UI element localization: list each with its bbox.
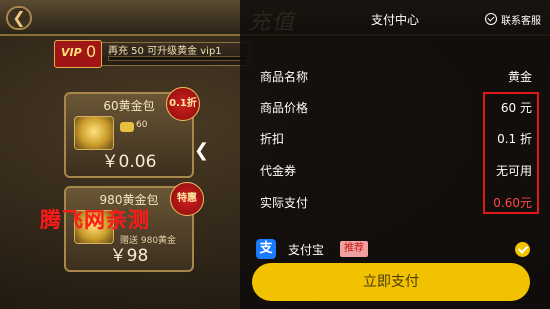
vip-label: VIP — [61, 46, 82, 59]
alipay-icon: 支 — [256, 239, 276, 259]
vip-progress-bar — [108, 56, 248, 61]
row-label: 代金券 — [260, 164, 297, 178]
payment-method-alipay[interactable]: 支 支付宝 推荐 — [256, 237, 542, 265]
pay-now-button[interactable]: 立即支付 — [252, 263, 530, 301]
highlight-annotation-box — [483, 92, 539, 214]
payment-method-label: 支付宝 — [288, 243, 325, 257]
collapse-chevron-icon[interactable]: ❮ — [194, 140, 209, 161]
gold-ingot-icon — [74, 116, 114, 150]
checkmark-icon[interactable] — [515, 242, 530, 257]
order-row-product: 商品名称 黄金 — [260, 66, 532, 86]
row-label: 商品名称 — [260, 70, 309, 84]
recommend-badge: 推荐 — [340, 241, 368, 257]
vip-level: 0 — [86, 42, 97, 61]
vip-upgrade-tip: 再充 50 可升级黄金 vip1 — [108, 46, 222, 57]
payment-header: 支付中心 联系客服 — [240, 0, 550, 38]
row-label: 商品价格 — [260, 101, 309, 115]
row-value: 黄金 — [507, 70, 532, 84]
pack-amount: 60 — [136, 120, 148, 130]
gold-coin-icon — [120, 122, 134, 132]
pack-price: ￥0.06 — [101, 152, 157, 172]
discount-tag: 0.1折 — [166, 87, 200, 121]
contact-service-link[interactable]: 联系客服 — [501, 12, 541, 27]
row-label: 实际支付 — [260, 196, 309, 210]
back-button[interactable]: ❮ — [6, 6, 32, 30]
pack-price: ￥98 — [109, 246, 149, 266]
watermark-text: 腾飞网亲测 — [40, 208, 150, 232]
special-offer-tag: 特惠 — [170, 182, 204, 216]
customer-service-icon[interactable] — [485, 13, 497, 25]
row-label: 折扣 — [260, 132, 285, 146]
